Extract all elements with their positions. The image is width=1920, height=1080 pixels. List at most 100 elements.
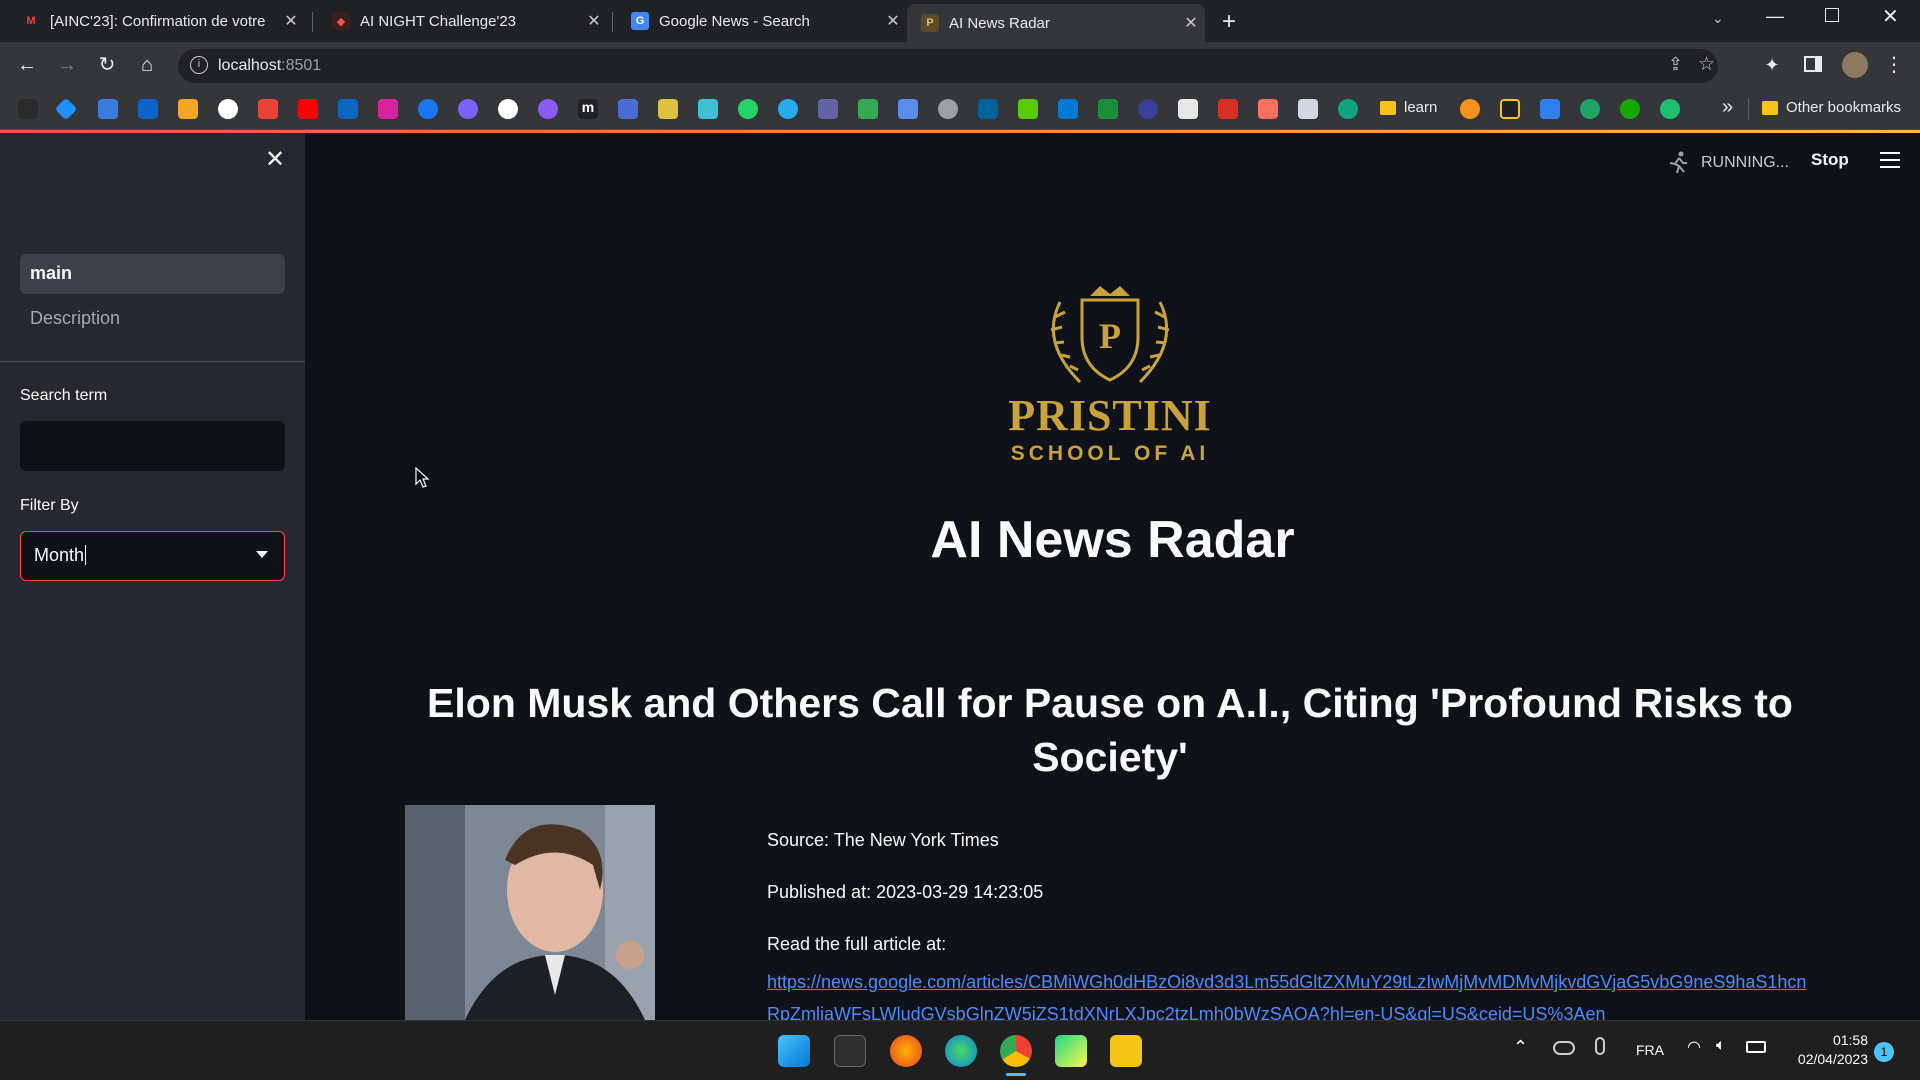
filter-by-select[interactable]: Month​ bbox=[20, 531, 285, 581]
gmail-bookmark-icon[interactable] bbox=[258, 99, 278, 119]
tab-gmail[interactable]: M [AINC'23]: Confirmation de votre ✕ bbox=[8, 4, 305, 38]
facebook-bookmark-icon[interactable] bbox=[418, 99, 438, 119]
tab-ai-news-radar[interactable]: P AI News Radar ✕ bbox=[907, 4, 1205, 42]
input-language[interactable]: FRA bbox=[1636, 1042, 1664, 1058]
chrome-icon[interactable] bbox=[1000, 1035, 1032, 1067]
google-bookmark-icon[interactable] bbox=[218, 99, 238, 119]
duolingo-bookmark-icon[interactable] bbox=[1018, 99, 1038, 119]
logo-name: PRISTINI bbox=[1008, 391, 1212, 440]
main-menu-icon[interactable] bbox=[1880, 152, 1900, 168]
tab-close-icon[interactable]: ✕ bbox=[879, 11, 907, 31]
ieee-bookmark-icon[interactable] bbox=[978, 99, 998, 119]
bitcoin-bookmark-icon[interactable] bbox=[1460, 99, 1480, 119]
slack-bookmark-icon[interactable] bbox=[698, 99, 718, 119]
extensions-icon[interactable]: ✦ bbox=[1758, 51, 1786, 79]
window-close-icon[interactable]: ✕ bbox=[1882, 4, 1899, 29]
mail-bookmark-icon[interactable] bbox=[98, 99, 118, 119]
sidebar-nav-description[interactable]: Description bbox=[20, 301, 285, 337]
tray-chevron-up-icon[interactable]: ⌃ bbox=[1513, 1037, 1528, 1058]
brackets-bookmark-icon[interactable] bbox=[1500, 99, 1520, 119]
terminal-icon[interactable] bbox=[834, 1035, 866, 1067]
sidebar-nav-main[interactable]: main bbox=[20, 254, 285, 294]
stack-bookmark-icon[interactable] bbox=[1258, 99, 1278, 119]
bookmarks-overflow-icon[interactable]: » bbox=[1722, 96, 1733, 119]
outlook-bookmark-icon[interactable] bbox=[138, 99, 158, 119]
firebase-bookmark-icon[interactable] bbox=[178, 99, 198, 119]
edge-icon[interactable] bbox=[945, 1035, 977, 1067]
email-bookmark-icon[interactable] bbox=[898, 99, 918, 119]
close-sidebar-icon[interactable]: ✕ bbox=[262, 147, 288, 173]
linkedin-bookmark-icon[interactable] bbox=[338, 99, 358, 119]
doc-bookmark-icon[interactable] bbox=[1298, 99, 1318, 119]
globe-bookmark-icon[interactable] bbox=[938, 99, 958, 119]
notification-badge[interactable]: 1 bbox=[1874, 1042, 1894, 1062]
udemy-bookmark-icon[interactable] bbox=[1218, 99, 1238, 119]
meet-bookmark-icon[interactable] bbox=[858, 99, 878, 119]
instagram-bookmark-icon[interactable] bbox=[378, 99, 398, 119]
restore-icon[interactable] bbox=[1825, 8, 1839, 22]
upwork-bookmark-icon[interactable] bbox=[1620, 99, 1640, 119]
logo-letter: P bbox=[1099, 316, 1121, 356]
news-bookmark-icon[interactable] bbox=[1178, 99, 1198, 119]
home-icon[interactable]: ⌂ bbox=[133, 51, 161, 79]
code-bookmark-icon[interactable] bbox=[18, 99, 38, 119]
image-bookmark-icon[interactable] bbox=[658, 99, 678, 119]
google-news-icon: G bbox=[631, 12, 649, 30]
address-bar[interactable]: i localhost:8501 ⇪ ☆ bbox=[178, 49, 1718, 83]
minimize-icon[interactable]: — bbox=[1766, 6, 1784, 27]
pycharm-icon[interactable] bbox=[1055, 1035, 1087, 1067]
tab-close-icon[interactable]: ✕ bbox=[580, 11, 608, 31]
chatgpt-bookmark-icon[interactable] bbox=[1338, 99, 1358, 119]
search-term-input[interactable] bbox=[20, 421, 285, 471]
windows-start-icon[interactable] bbox=[778, 1035, 810, 1067]
side-panel-icon[interactable] bbox=[1804, 56, 1822, 72]
tab-search-chevron-icon[interactable]: ⌄ bbox=[1712, 10, 1724, 27]
app-bookmark-icon[interactable] bbox=[538, 99, 558, 119]
back-icon[interactable]: ← bbox=[13, 51, 41, 79]
whatsapp-bookmark-icon[interactable] bbox=[738, 99, 758, 119]
forward-icon[interactable]: → bbox=[53, 51, 81, 79]
clock-time: 01:58 bbox=[1832, 1032, 1868, 1048]
running-status-text: RUNNING... bbox=[1701, 154, 1789, 171]
flutter-bookmark-icon[interactable] bbox=[1540, 99, 1560, 119]
azure-bookmark-icon[interactable] bbox=[1058, 99, 1078, 119]
firefox-icon[interactable] bbox=[890, 1035, 922, 1067]
teams-people-bookmark-icon[interactable] bbox=[618, 99, 638, 119]
microphone-icon[interactable] bbox=[1595, 1037, 1605, 1055]
tab-close-icon[interactable]: ✕ bbox=[277, 11, 305, 31]
new-tab-icon[interactable]: + bbox=[1222, 8, 1236, 36]
w-bookmark-icon[interactable] bbox=[1098, 99, 1118, 119]
tab-ai-night[interactable]: ◆ AI NIGHT Challenge'23 ✕ bbox=[318, 4, 608, 38]
messenger-bookmark-icon[interactable] bbox=[458, 99, 478, 119]
share-icon[interactable]: ⇪ bbox=[1668, 54, 1683, 75]
jira-bookmark-icon[interactable] bbox=[54, 97, 78, 121]
tab-google-news[interactable]: G Google News - Search ✕ bbox=[617, 4, 907, 38]
reload-icon[interactable]: ↻ bbox=[93, 51, 121, 79]
profile-avatar[interactable] bbox=[1842, 52, 1868, 78]
bookmark-folder-learn[interactable]: learn bbox=[1380, 99, 1437, 116]
tab-close-icon[interactable]: ✕ bbox=[1177, 13, 1205, 33]
github-bookmark-icon[interactable] bbox=[498, 99, 518, 119]
teams-bookmark-icon[interactable] bbox=[818, 99, 838, 119]
refresh-bookmark-icon[interactable] bbox=[1580, 99, 1600, 119]
battery-icon[interactable] bbox=[1746, 1041, 1766, 1053]
tab-separator bbox=[312, 12, 313, 32]
system-clock[interactable]: 01:58 02/04/2023 bbox=[1786, 1031, 1868, 1069]
youtube-bookmark-icon[interactable] bbox=[298, 99, 318, 119]
read-full-article-label: Read the full article at: bbox=[767, 934, 947, 954]
fiverr-bookmark-icon[interactable] bbox=[1660, 99, 1680, 119]
other-bookmarks[interactable]: Other bookmarks bbox=[1762, 99, 1901, 116]
chevron-down-icon[interactable] bbox=[256, 551, 268, 558]
circle-bookmark-icon[interactable] bbox=[1138, 99, 1158, 119]
file-explorer-icon[interactable] bbox=[1110, 1035, 1142, 1067]
bookmark-star-icon[interactable]: ☆ bbox=[1698, 53, 1715, 76]
site-info-icon[interactable]: i bbox=[190, 56, 208, 74]
onedrive-icon[interactable] bbox=[1553, 1041, 1575, 1055]
stop-button[interactable]: Stop bbox=[1811, 150, 1849, 170]
volume-icon[interactable]: 🔈︎ bbox=[1716, 1037, 1726, 1055]
medium-bookmark-icon[interactable]: m bbox=[578, 99, 598, 119]
browser-menu-icon[interactable]: ⋮ bbox=[1880, 51, 1908, 79]
article-title: Elon Musk and Others Call for Pause on A… bbox=[427, 680, 1793, 780]
wifi-icon[interactable]: ◠ bbox=[1687, 1037, 1701, 1057]
telegram-bookmark-icon[interactable] bbox=[778, 99, 798, 119]
